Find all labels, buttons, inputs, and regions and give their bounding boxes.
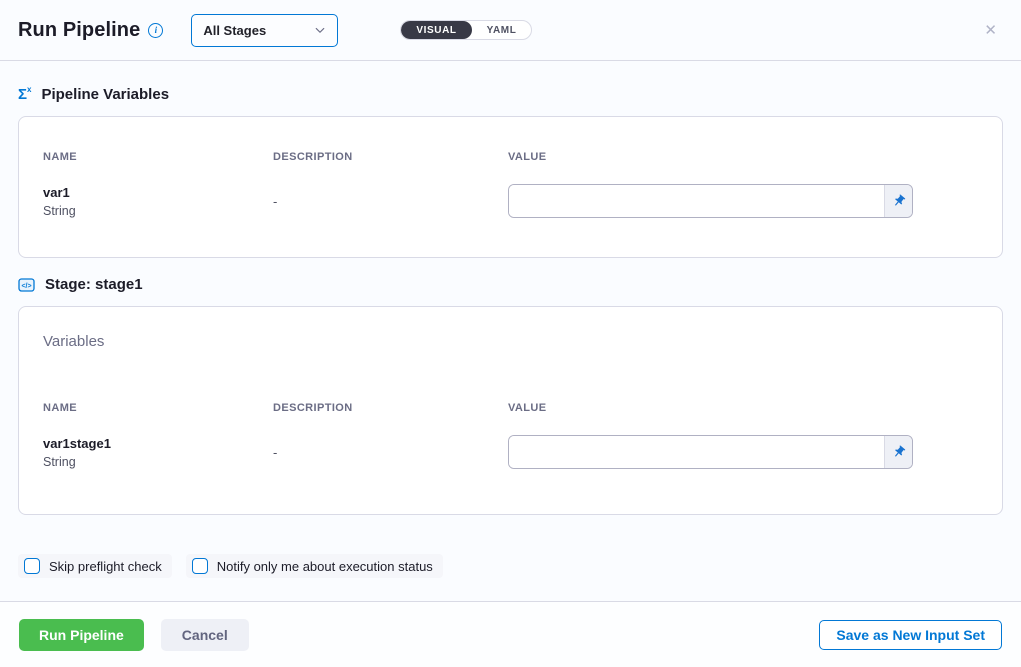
- pipeline-variables-card: NAME DESCRIPTION VALUE var1 String -: [18, 116, 1003, 258]
- stage-heading: </> Stage: stage1: [18, 276, 1003, 293]
- pipeline-variables-heading: Σx Pipeline Variables: [18, 86, 1003, 103]
- variable-description: -: [273, 194, 508, 209]
- col-header-name: NAME: [43, 402, 273, 414]
- svg-text:</>: </>: [21, 282, 31, 289]
- close-icon[interactable]: ✕: [978, 19, 1003, 42]
- variable-value-cell: [508, 184, 978, 218]
- var1stage1-value-input[interactable]: [509, 436, 884, 468]
- pipeline-variables-title: Pipeline Variables: [41, 86, 169, 103]
- visual-yaml-toggle: VISUAL YAML: [400, 20, 532, 40]
- col-header-description: DESCRIPTION: [273, 402, 508, 414]
- col-header-value: VALUE: [508, 151, 978, 163]
- value-input-group: [508, 184, 913, 218]
- execution-options: Skip preflight check Notify only me abou…: [18, 554, 1003, 578]
- stage-variables-label: Variables: [43, 307, 978, 350]
- toggle-visual[interactable]: VISUAL: [401, 21, 471, 39]
- variable-name-cell: var1stage1 String: [43, 436, 273, 469]
- table-header-row: NAME DESCRIPTION VALUE: [43, 151, 978, 163]
- toggle-yaml[interactable]: YAML: [472, 21, 532, 39]
- variable-type: String: [43, 204, 273, 218]
- dialog-footer: Run Pipeline Cancel Save as New Input Se…: [0, 601, 1021, 667]
- variable-description: -: [273, 445, 508, 460]
- col-header-value: VALUE: [508, 402, 978, 414]
- cancel-button[interactable]: Cancel: [161, 619, 249, 651]
- variable-type: String: [43, 455, 273, 469]
- pushpin-icon: [889, 191, 909, 211]
- info-icon[interactable]: i: [148, 23, 163, 38]
- stage-variables-card: Variables NAME DESCRIPTION VALUE var1sta…: [18, 306, 1003, 515]
- skip-preflight-checkbox-group[interactable]: Skip preflight check: [18, 554, 172, 578]
- dialog-body: Σx Pipeline Variables NAME DESCRIPTION V…: [0, 61, 1021, 601]
- variable-name: var1stage1: [43, 436, 273, 451]
- save-as-new-input-set-button[interactable]: Save as New Input Set: [819, 620, 1002, 650]
- skip-preflight-checkbox[interactable]: [24, 558, 40, 574]
- stage-selector-value: All Stages: [203, 23, 266, 38]
- table-row: var1 String -: [43, 184, 978, 218]
- pipeline-variables-icon: Σx: [18, 87, 31, 102]
- var1-value-input[interactable]: [509, 185, 884, 217]
- pushpin-icon: [889, 442, 909, 462]
- run-pipeline-button[interactable]: Run Pipeline: [19, 619, 144, 651]
- notify-me-label: Notify only me about execution status: [217, 559, 433, 574]
- page-title: Run Pipeline: [18, 19, 140, 42]
- skip-preflight-label: Skip preflight check: [49, 559, 162, 574]
- notify-me-checkbox[interactable]: [192, 558, 208, 574]
- table-header-row: NAME DESCRIPTION VALUE: [43, 402, 978, 414]
- col-header-name: NAME: [43, 151, 273, 163]
- notify-me-checkbox-group[interactable]: Notify only me about execution status: [186, 554, 443, 578]
- stage-title: Stage: stage1: [45, 276, 143, 293]
- variable-name: var1: [43, 185, 273, 200]
- variable-value-cell: [508, 435, 978, 469]
- pin-button[interactable]: [884, 436, 912, 468]
- chevron-down-icon: [314, 24, 326, 36]
- stage-icon: </>: [18, 277, 35, 293]
- variable-name-cell: var1 String: [43, 185, 273, 218]
- pin-button[interactable]: [884, 185, 912, 217]
- table-row: var1stage1 String -: [43, 435, 978, 469]
- col-header-description: DESCRIPTION: [273, 151, 508, 163]
- value-input-group: [508, 435, 913, 469]
- dialog-header: Run Pipeline i All Stages VISUAL YAML ✕: [0, 0, 1021, 61]
- stage-selector-dropdown[interactable]: All Stages: [191, 14, 338, 47]
